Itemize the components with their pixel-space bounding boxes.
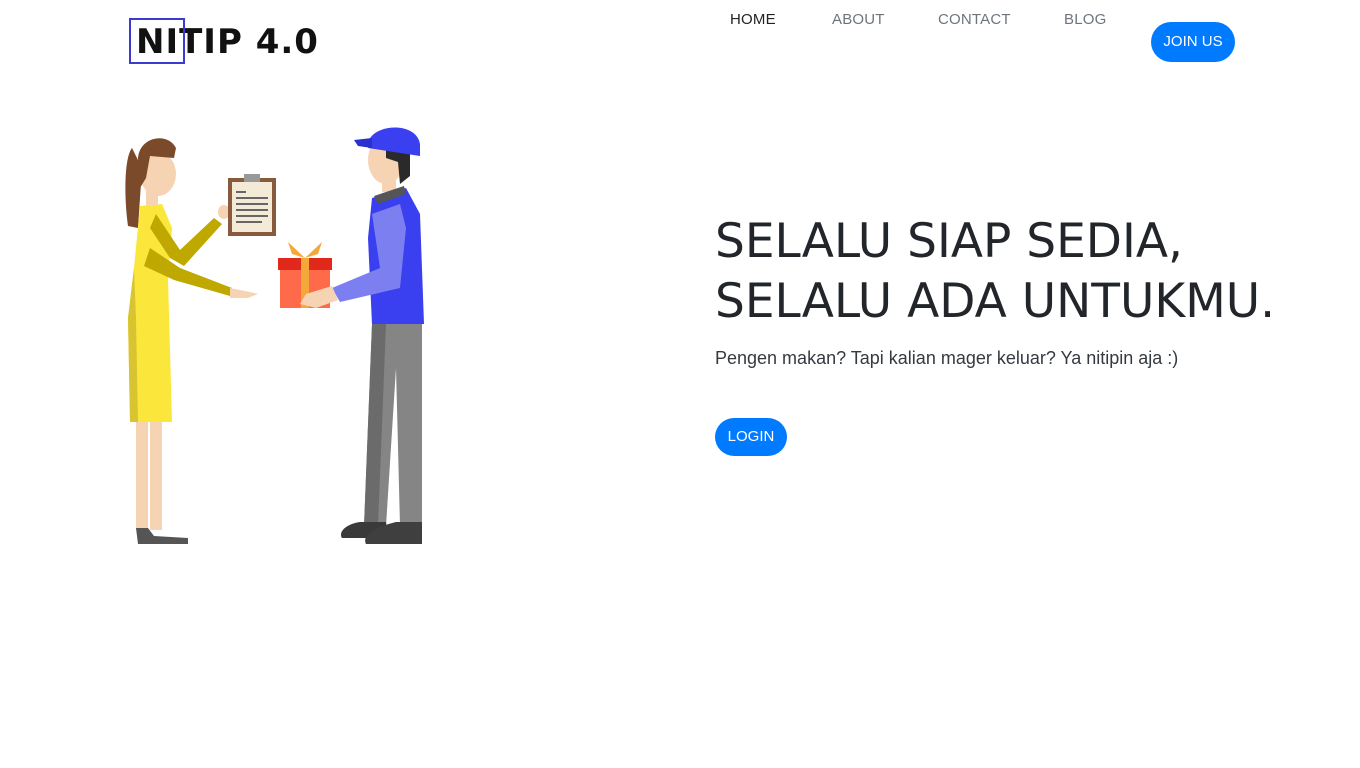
join-us-button[interactable]: JOIN US: [1151, 22, 1235, 62]
page: NITIP 4.0 HOME ABOUT CONTACT BLOG JOIN U…: [0, 0, 1360, 768]
nav-home-link[interactable]: HOME: [730, 0, 776, 40]
hero-subtitle: Pengen makan? Tapi kalian mager keluar? …: [715, 348, 1179, 368]
hero-headline: SELALU SIAP SEDIA, SELALU ADA UNTUKMU.: [715, 212, 1315, 332]
login-button[interactable]: LOGIN: [715, 418, 787, 456]
hero-headline-line2: SELALU ADA UNTUKMU.: [715, 274, 1276, 329]
nav-contact-link[interactable]: CONTACT: [938, 0, 1011, 40]
brand-logo[interactable]: NITIP 4.0: [136, 20, 319, 64]
hero-text: SELALU SIAP SEDIA, SELALU ADA UNTUKMU. P…: [715, 212, 1315, 370]
hero-headline-line1: SELALU SIAP SEDIA,: [715, 214, 1183, 269]
nav-blog-link[interactable]: BLOG: [1064, 0, 1106, 40]
nav-about-link[interactable]: ABOUT: [832, 0, 885, 40]
delivery-handover-illustration: [125, 127, 424, 544]
navbar: NITIP 4.0 HOME ABOUT CONTACT BLOG JOIN U…: [0, 0, 1360, 84]
